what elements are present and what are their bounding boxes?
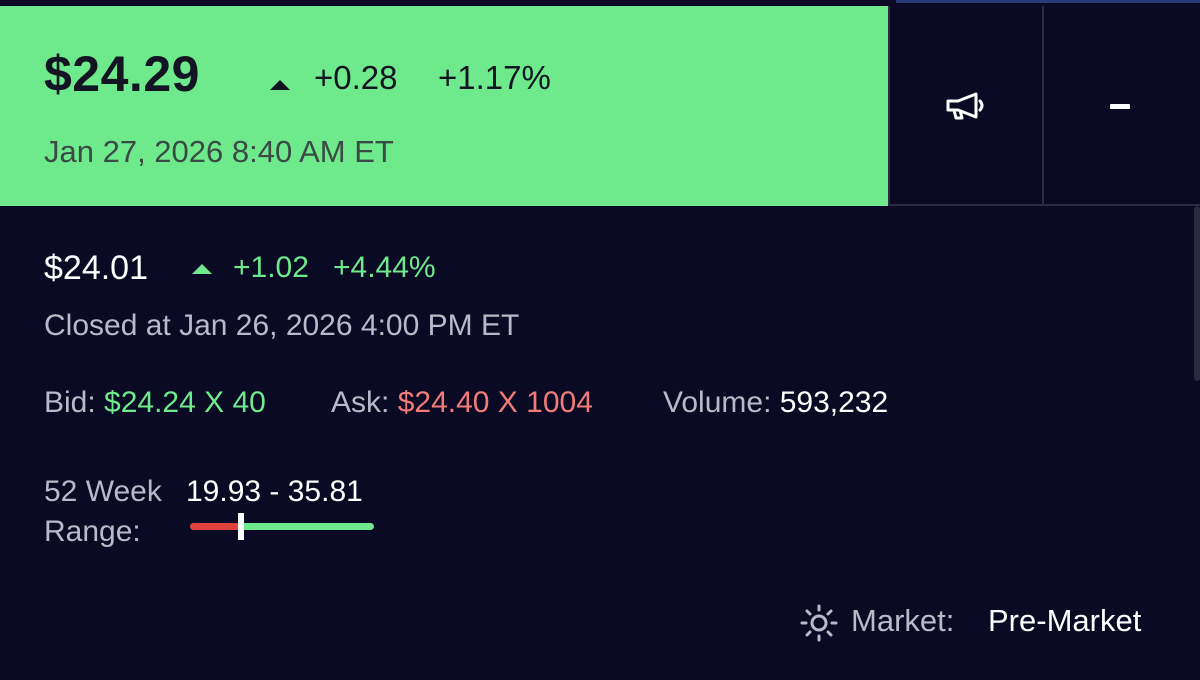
divider [889,204,1200,206]
bid-value: $24.24 X 40 [104,386,266,419]
top-accent-line [896,0,1200,3]
price-change-percent: +1.17% [438,59,551,96]
scrollbar[interactable] [1194,206,1200,381]
minimize-button[interactable] [1044,6,1196,206]
ask-group: Ask: $24.40 X 1004 [331,384,593,422]
minus-icon [1110,103,1130,109]
sun-icon [800,604,838,642]
volume-label: Volume: [663,386,772,419]
last-price: $24.29 [44,46,200,102]
volume-value: 593,232 [779,386,889,419]
bid-label: Bid: [44,386,96,419]
range-bar-low [190,523,241,530]
up-arrow-icon [270,80,290,90]
close-change-percent: +4.44% [333,251,436,284]
ask-label: Ask: [331,386,390,419]
bid-group: Bid: $24.24 X 40 [44,384,266,422]
range-values: 19.93 - 35.81 [186,475,363,508]
range-bar-high [241,523,374,530]
price-change: +0.28 [314,59,398,96]
quote-timestamp: Jan 27, 2026 8:40 AM ET [44,134,394,169]
volume-group: Volume: 593,232 [663,384,888,422]
close-timestamp: Closed at Jan 26, 2026 4:00 PM ET [44,309,520,342]
announce-button[interactable] [890,6,1042,206]
close-change: +1.02 [233,251,309,284]
market-status: Pre-Market [988,603,1142,638]
range-label-line2: Range: [44,515,141,548]
megaphone-icon [946,92,984,120]
range-label: 52 Week Range: [44,472,184,552]
range-label-line1: 52 Week [44,475,162,508]
close-price: $24.01 [44,249,148,287]
ask-value: $24.40 X 1004 [397,386,593,419]
market-label: Market: [851,603,955,638]
up-arrow-icon [192,264,212,274]
quote-banner: $24.29 +0.28 +1.17% Jan 27, 2026 8:40 AM… [0,6,889,206]
range-marker [238,513,244,540]
range-bar [190,513,374,540]
